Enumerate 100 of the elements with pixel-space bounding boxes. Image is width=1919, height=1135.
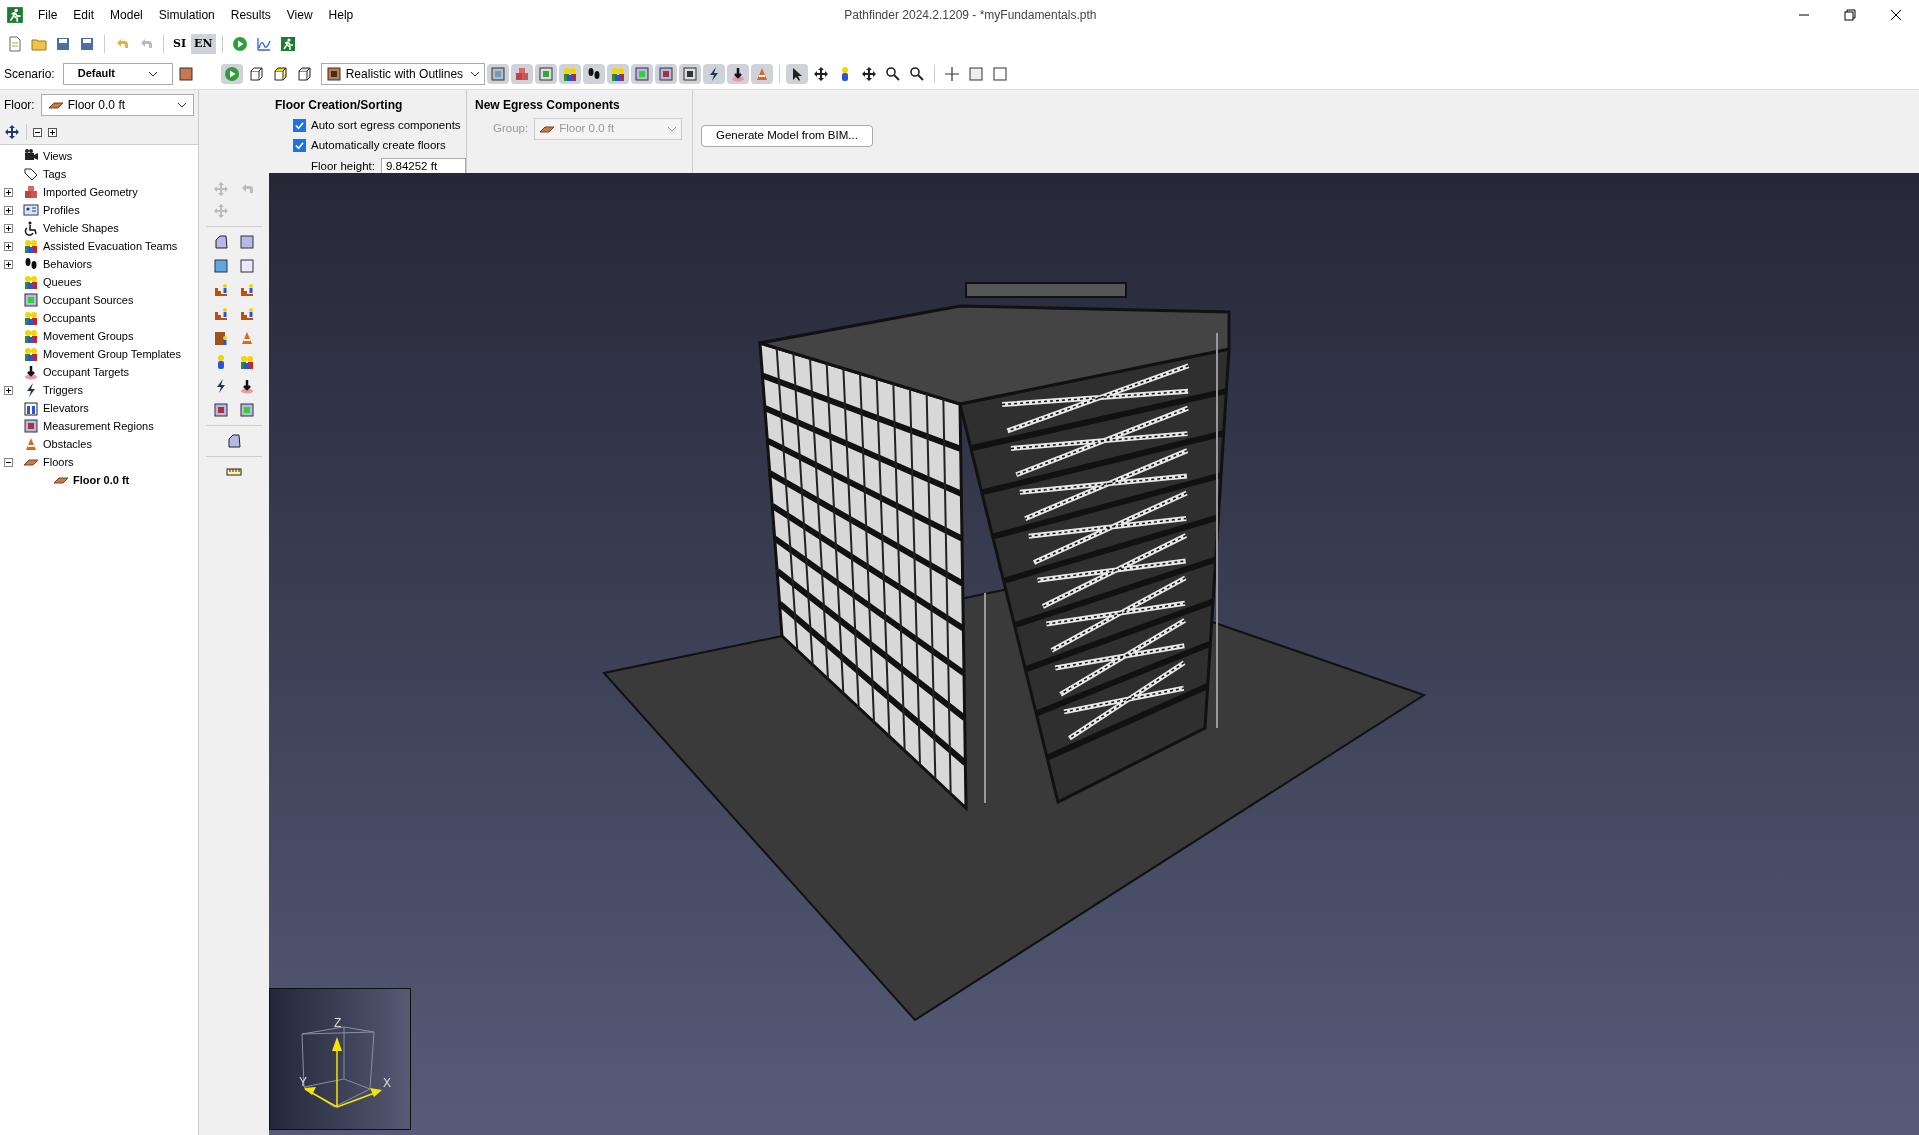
stair-icon[interactable]	[239, 282, 255, 298]
tree-item[interactable]: Assisted Evacuation Teams	[43, 237, 178, 255]
target-icon	[23, 364, 39, 380]
footprints-icon	[23, 256, 39, 272]
menu-item[interactable]: File	[30, 6, 66, 24]
z-axis-label: Z	[334, 1017, 342, 1029]
chevron-down-icon	[176, 102, 187, 108]
expand-icon[interactable]	[4, 385, 13, 395]
menu-item[interactable]: Simulation	[150, 6, 223, 24]
run-simulation-icon[interactable]	[231, 36, 248, 52]
window-title: Pathfinder 2024.2.1209 - *myFundamentals.pth	[844, 7, 1097, 24]
door-occupant-icon[interactable]	[213, 330, 229, 346]
collapse-icon[interactable]	[4, 457, 13, 467]
cube-icon[interactable]	[271, 65, 288, 82]
chevron-down-icon	[667, 126, 678, 132]
measurement-region-icon[interactable]	[213, 402, 229, 418]
floor-height-label: Floor height:	[311, 158, 375, 174]
group-label: Group:	[493, 121, 529, 137]
expand-all-icon[interactable]	[48, 127, 57, 137]
tree-item[interactable]: Behaviors	[43, 255, 92, 273]
checkbox[interactable]	[293, 119, 306, 133]
chart-icon[interactable]	[255, 36, 272, 52]
target-icon[interactable]	[239, 378, 255, 394]
expand-icon[interactable]	[4, 187, 13, 197]
menu-item[interactable]: Help	[320, 6, 362, 24]
section-title: Floor Creation/Sorting	[275, 97, 404, 114]
occupant-source-icon[interactable]	[633, 65, 650, 82]
scenario-dropdown[interactable]: Default	[62, 62, 173, 85]
zoom-box-icon[interactable]	[908, 65, 925, 82]
pan-icon[interactable]	[860, 65, 877, 82]
tag-icon	[23, 166, 39, 182]
y-axis-label: Y	[299, 1076, 307, 1088]
tree-item[interactable]: Profiles	[43, 201, 80, 219]
occupant-source-icon	[23, 292, 39, 308]
expand-icon[interactable]	[4, 205, 13, 215]
bricks-icon[interactable]	[513, 65, 530, 82]
floor-dropdown[interactable]: Floor 0.0 ft	[40, 94, 194, 116]
traffic-cone-icon[interactable]	[239, 330, 255, 346]
view-mode-dropdown[interactable]: Realistic with Outlines	[320, 62, 485, 85]
crosshair-icon[interactable]	[943, 65, 960, 82]
floor-height-field[interactable]: 9.84252 ft	[380, 158, 466, 175]
chevron-down-icon	[469, 70, 480, 77]
tree-item[interactable]: Measurement Regions	[43, 417, 154, 435]
tree-item[interactable]: Tags	[43, 165, 67, 183]
menu-item[interactable]: View	[278, 6, 321, 24]
menu-item[interactable]: Edit	[65, 6, 103, 24]
tree-item[interactable]: Floor 0.0 ft	[73, 471, 130, 489]
new-file-icon[interactable]	[7, 36, 23, 52]
3d-viewport[interactable]: Z Y X	[269, 173, 1919, 1135]
floor-label: Floor:	[4, 97, 35, 114]
people-group-icon	[23, 274, 39, 290]
chevron-down-icon	[147, 70, 158, 77]
people-group-icon[interactable]	[561, 65, 578, 82]
unit-toggle[interactable]: EN	[191, 33, 216, 55]
tree-item[interactable]: Imported Geometry	[43, 183, 138, 201]
target-icon[interactable]	[729, 65, 746, 82]
measurement-region-icon	[23, 418, 39, 434]
unit-toggle[interactable]: SI	[170, 33, 190, 55]
tree-item[interactable]: Occupants	[43, 309, 96, 327]
cube-icon[interactable]	[247, 65, 264, 82]
wheelchair-icon	[23, 220, 39, 236]
profile-card-icon	[23, 202, 39, 218]
tree-item[interactable]: Movement Group Templates	[43, 345, 181, 363]
tree-item[interactable]: Elevators	[43, 399, 89, 417]
tree-item[interactable]: Views	[43, 147, 73, 165]
checkbox-label: Automatically create floors	[311, 138, 446, 154]
section-title: New Egress Components	[475, 97, 621, 114]
measurement-region-icon[interactable]	[657, 65, 674, 82]
tree-item[interactable]: Occupant Targets	[43, 363, 129, 381]
people-group-icon	[23, 238, 39, 254]
tree-item[interactable]: Movement Groups	[43, 327, 134, 345]
bricks-icon	[23, 184, 39, 200]
collapse-all-icon[interactable]	[33, 127, 42, 137]
menu-item[interactable]: Model	[102, 6, 151, 24]
zoom-icon[interactable]	[884, 65, 901, 82]
tree-item[interactable]: Vehicle Shapes	[43, 219, 119, 237]
elevator-icon	[23, 400, 39, 416]
menu-item[interactable]: Results	[222, 6, 279, 24]
tree-item[interactable]: Triggers	[43, 381, 83, 399]
expand-icon[interactable]	[4, 241, 13, 251]
tree-item[interactable]: Obstacles	[43, 435, 92, 453]
tree-item[interactable]: Occupant Sources	[43, 291, 134, 309]
cube-icon[interactable]	[295, 65, 312, 82]
scenario-label: Scenario:	[4, 65, 55, 83]
tree-item[interactable]: Floors	[43, 453, 74, 471]
stair-icon[interactable]	[213, 282, 229, 298]
expand-icon[interactable]	[4, 223, 13, 233]
people-group-icon[interactable]	[239, 354, 255, 370]
occupant-source-icon[interactable]	[239, 402, 255, 418]
expand-icon[interactable]	[4, 259, 13, 269]
room-rect-icon[interactable]	[239, 234, 255, 250]
room-polygon-icon[interactable]	[213, 234, 229, 250]
save-icon[interactable]	[55, 36, 71, 52]
people-group-icon[interactable]	[609, 65, 626, 82]
checkbox[interactable]	[293, 139, 306, 153]
x-axis-label: X	[383, 1077, 391, 1089]
tree-item[interactable]: Queues	[43, 273, 82, 291]
generate-model-button[interactable]: Generate Model from BIM...	[701, 124, 873, 147]
people-group-icon	[23, 346, 39, 362]
checkbox-label: Auto sort egress components	[311, 118, 461, 133]
